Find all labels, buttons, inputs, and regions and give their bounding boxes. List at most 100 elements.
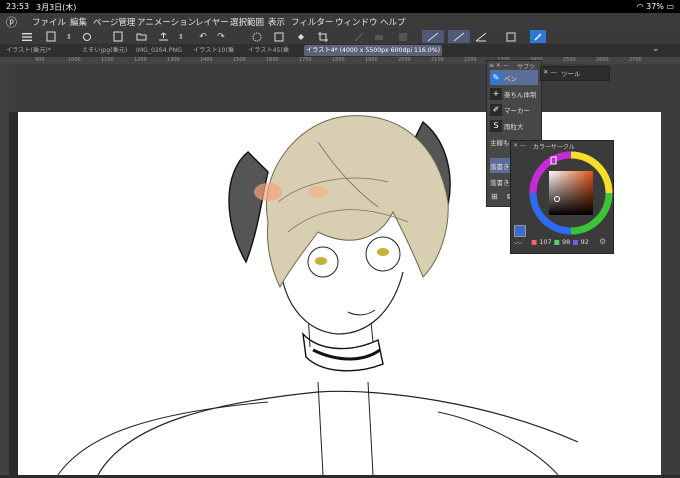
horizontal-ruler: 900 1000 1100 1200 1300 1400 1500 1600 1… bbox=[0, 57, 680, 64]
wave-icon[interactable]: 〰 bbox=[514, 238, 522, 249]
subtool-item-label: マーカー bbox=[504, 106, 530, 115]
v-indicator: ■ bbox=[572, 238, 579, 246]
tab-illust-45[interactable]: イラスト45(乗 bbox=[246, 45, 291, 56]
menu-window[interactable]: ウィンドウ bbox=[335, 16, 378, 28]
status-date: 3月3日(木) bbox=[36, 3, 77, 12]
updown2-icon[interactable]: ⇕ bbox=[174, 30, 188, 43]
menu-page[interactable]: ページ管理 bbox=[93, 16, 135, 28]
command-bar: ⇕ ⇕ ↶ ↷ bbox=[0, 29, 680, 44]
status-battery: ◠ 37% ▭ bbox=[637, 2, 674, 11]
panel-menu-icon[interactable]: ≡ ✕ — bbox=[489, 62, 509, 69]
color-circle-panel: ✕ — カラーサークル ■ 107 ■ 98 ■ 92 〰 ⚙ bbox=[510, 140, 614, 254]
battery-icon: ▭ bbox=[666, 2, 674, 11]
ruler-tick: 1600 bbox=[266, 57, 279, 63]
s-value[interactable]: 98 bbox=[562, 238, 570, 246]
redo-icon[interactable]: ↷ bbox=[214, 30, 228, 43]
menu-edit[interactable]: 編集 bbox=[70, 16, 87, 28]
pen-tool-icon: ✎ bbox=[490, 71, 502, 84]
subtool-item-pen[interactable]: ✎ ペン bbox=[490, 70, 538, 85]
transform-icon[interactable] bbox=[272, 30, 286, 43]
tab-esoi[interactable]: えそいjpg(乗元) bbox=[80, 45, 129, 56]
tab-illust-10[interactable]: イラスト10(乗 bbox=[191, 45, 236, 56]
menu-filter[interactable]: フィルター bbox=[291, 16, 333, 28]
color-circle-title: カラーサークル bbox=[533, 144, 575, 151]
document-tabs: イラスト(乗元)* えそいjpg(乗元) IMG_0264.PNG イラスト10… bbox=[0, 44, 680, 58]
pen-icon[interactable] bbox=[474, 30, 488, 43]
ruler-tick: 2500 bbox=[563, 57, 576, 63]
export-icon[interactable] bbox=[156, 30, 170, 43]
ruler-tick: 1100 bbox=[101, 57, 114, 63]
open-folder-icon[interactable] bbox=[134, 30, 148, 43]
disabled-tool2-icon[interactable] bbox=[372, 30, 386, 43]
crop-icon[interactable] bbox=[316, 30, 330, 43]
ruler-tick: 2200 bbox=[464, 57, 477, 63]
subtool-item-raindrop[interactable]: S 雨粒大 bbox=[490, 118, 538, 133]
panel-close-icon[interactable]: ✕ — bbox=[513, 142, 526, 149]
ruler-tick: 1900 bbox=[365, 57, 378, 63]
hsv-values: ■ 107 ■ 98 ■ 92 bbox=[531, 238, 589, 246]
menu-view[interactable]: 表示 bbox=[268, 16, 285, 28]
status-bar: 23:53 3月3日(木) ◠ 37% ▭ bbox=[0, 0, 680, 13]
menu-selection[interactable]: 選択範囲 bbox=[230, 16, 264, 28]
h-indicator: ■ bbox=[531, 238, 538, 246]
save-file-icon[interactable] bbox=[111, 30, 125, 43]
v-value[interactable]: 92 bbox=[581, 238, 589, 246]
ruler-tick: 1200 bbox=[134, 57, 147, 63]
ruler-tick: 2700 bbox=[629, 57, 642, 63]
disabled-tool3-icon[interactable] bbox=[396, 30, 410, 43]
menu-icon[interactable] bbox=[20, 30, 34, 43]
ruler-tick: 1500 bbox=[233, 57, 246, 63]
tab-illust-1[interactable]: イラスト(乗元)* bbox=[4, 45, 53, 56]
modifier-key-icon[interactable] bbox=[530, 30, 546, 43]
menu-layer[interactable]: レイヤー bbox=[195, 16, 229, 28]
chevron-down-icon[interactable]: ⌄ bbox=[652, 44, 660, 54]
tab-img[interactable]: IMG_0264.PNG bbox=[134, 45, 184, 56]
subtool-item-label: 雨粒大 bbox=[504, 122, 524, 131]
s-indicator: ■ bbox=[553, 238, 560, 246]
tab-illust-4-active[interactable]: イラスト4* (4000 x 5500px 600dpi 116.0%) bbox=[304, 45, 443, 56]
subtool-item-label: ペン bbox=[504, 74, 517, 83]
ruler-tick: 2000 bbox=[398, 57, 411, 63]
pen-stabilize-icon[interactable] bbox=[448, 30, 470, 43]
ruler-tick: 1400 bbox=[200, 57, 213, 63]
status-time: 23:53 bbox=[6, 2, 30, 11]
tool-panel: ✕ — ツール bbox=[540, 66, 610, 81]
h-value[interactable]: 107 bbox=[539, 238, 551, 246]
settings-icon[interactable]: ⚙ bbox=[599, 237, 606, 246]
marker-icon: ✐ bbox=[490, 103, 502, 116]
lasso-icon[interactable] bbox=[250, 30, 264, 43]
ruler-tick: 1000 bbox=[68, 57, 81, 63]
new-file-icon[interactable] bbox=[44, 30, 58, 43]
subtool-item-label: 落書き bbox=[490, 178, 510, 187]
current-color-swatch[interactable] bbox=[514, 225, 526, 237]
camera-icon[interactable] bbox=[80, 30, 94, 43]
menu-help[interactable]: ヘルプ bbox=[380, 16, 406, 28]
fill-icon[interactable] bbox=[294, 30, 308, 43]
ruler-tick: 2600 bbox=[596, 57, 609, 63]
plus-icon: + bbox=[490, 87, 502, 100]
battery-percent: 37% bbox=[646, 2, 664, 11]
menu-file[interactable]: ファイル bbox=[32, 16, 66, 28]
menu-bar: ⓟ ファイル 編集 ページ管理 アニメーション レイヤー 選択範囲 表示 フィル… bbox=[0, 13, 680, 30]
ruler-tick: 2100 bbox=[431, 57, 444, 63]
subtool-item-label: 落書き bbox=[490, 162, 510, 171]
vertical-ruler bbox=[0, 64, 9, 475]
color-wheel[interactable] bbox=[529, 151, 613, 235]
ruler-tick: 1700 bbox=[299, 57, 312, 63]
menu-animation[interactable]: アニメーション bbox=[137, 16, 196, 28]
ruler-tick: 1800 bbox=[332, 57, 345, 63]
raindrop-icon: S bbox=[490, 119, 502, 132]
subtool-item-marker[interactable]: ✐ マーカー bbox=[490, 102, 538, 117]
undo-icon[interactable]: ↶ bbox=[196, 30, 210, 43]
close-icon[interactable]: ✕ — bbox=[543, 68, 557, 76]
help-icon[interactable] bbox=[504, 30, 518, 43]
app-logo-icon[interactable]: ⓟ bbox=[6, 14, 17, 30]
add-subtool-icon[interactable]: ⊞ bbox=[491, 192, 498, 201]
ruler-tick: 1300 bbox=[167, 57, 180, 63]
subtool-item-2[interactable]: + 楽ちん体制 bbox=[490, 86, 538, 101]
updown-icon[interactable]: ⇕ bbox=[62, 30, 76, 43]
wifi-icon: ◠ bbox=[636, 2, 644, 11]
ruler-tick: 900 bbox=[35, 57, 45, 63]
disabled-tool-icon[interactable] bbox=[352, 30, 366, 43]
pen-pressure-icon[interactable] bbox=[422, 30, 444, 43]
